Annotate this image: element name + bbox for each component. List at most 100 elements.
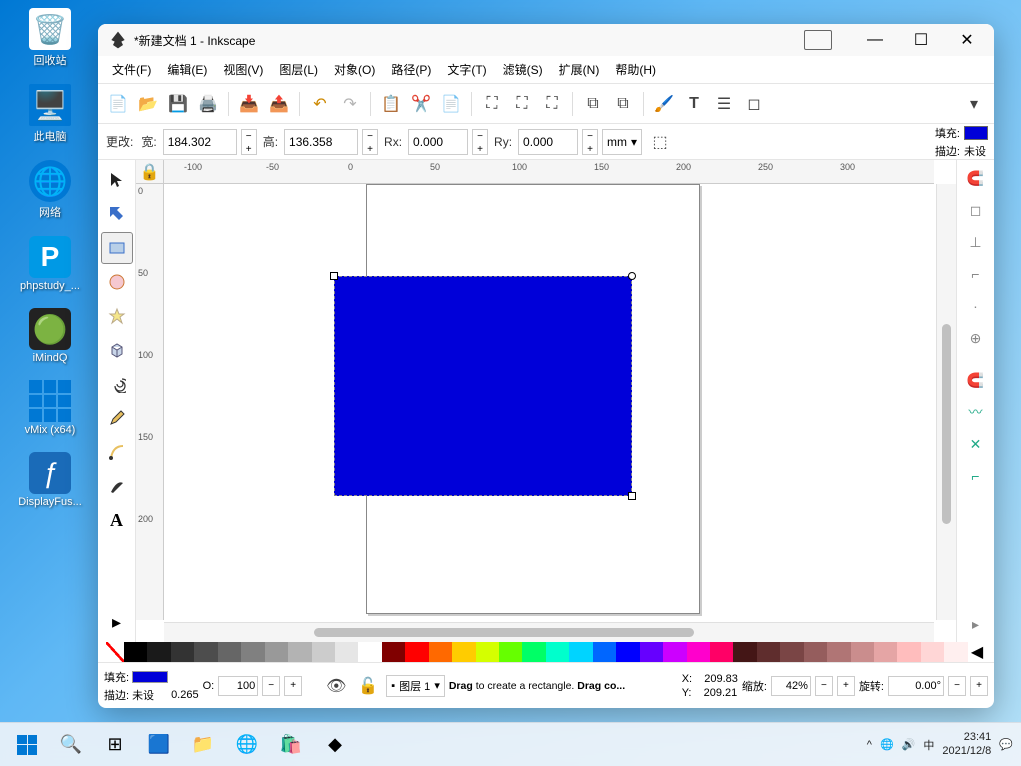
- cut-button[interactable]: ✂️: [407, 90, 435, 118]
- vertical-ruler[interactable]: 050100150200: [136, 184, 164, 620]
- snap-path[interactable]: 〰: [962, 398, 990, 426]
- menu-edit[interactable]: 编辑(E): [159, 57, 215, 82]
- text-tool[interactable]: A: [101, 504, 133, 536]
- snap-cusp[interactable]: ⌐: [962, 462, 990, 490]
- vertical-scrollbar[interactable]: [936, 184, 956, 620]
- taskbar-clock[interactable]: 23:41 2021/12/8: [942, 731, 991, 757]
- snap-node[interactable]: 🧲: [962, 366, 990, 394]
- zoom-in-button[interactable]: +: [837, 676, 855, 696]
- 3dbox-tool[interactable]: [101, 334, 133, 366]
- palette-swatch[interactable]: [687, 642, 710, 662]
- palette-swatch[interactable]: [757, 642, 780, 662]
- tray-expand-button[interactable]: ^: [867, 739, 872, 751]
- selected-rectangle[interactable]: [334, 276, 632, 496]
- palette-swatch[interactable]: [499, 642, 522, 662]
- ime-indicator[interactable]: 中: [923, 737, 934, 753]
- unit-selector[interactable]: mm▾: [602, 129, 642, 155]
- edge-taskbar-button[interactable]: 🌐: [228, 726, 266, 764]
- selector-tool[interactable]: [101, 164, 133, 196]
- ry-spinner[interactable]: −+: [582, 129, 598, 155]
- palette-swatch[interactable]: [546, 642, 569, 662]
- export-button[interactable]: 📤: [265, 90, 293, 118]
- rotate-minus[interactable]: −: [948, 676, 966, 696]
- palette-swatch[interactable]: [827, 642, 850, 662]
- menu-help[interactable]: 帮助(H): [607, 57, 664, 82]
- xml-editor-button[interactable]: ◻: [740, 90, 768, 118]
- menu-text[interactable]: 文字(T): [439, 57, 494, 82]
- opacity-input[interactable]: [218, 676, 258, 696]
- palette-swatch[interactable]: [218, 642, 241, 662]
- text-dialog-button[interactable]: T: [680, 90, 708, 118]
- more-tools-button[interactable]: ▸: [101, 606, 133, 638]
- zoom-page-button[interactable]: ⛶: [538, 90, 566, 118]
- corner-reset-button[interactable]: ⬚: [646, 128, 674, 156]
- volume-tray-icon[interactable]: 🔊: [902, 738, 916, 751]
- pencil-tool[interactable]: [101, 402, 133, 434]
- palette-swatch[interactable]: [733, 642, 756, 662]
- menu-filters[interactable]: 滤镜(S): [495, 57, 551, 82]
- snap-edge[interactable]: ⊥: [962, 228, 990, 256]
- palette-swatch[interactable]: [874, 642, 897, 662]
- snap-center[interactable]: ⊕: [962, 324, 990, 352]
- start-button[interactable]: [8, 726, 46, 764]
- menu-path[interactable]: 路径(P): [383, 57, 439, 82]
- rectangle-tool[interactable]: [101, 232, 133, 264]
- circle-tool[interactable]: [101, 266, 133, 298]
- palette-swatch[interactable]: [476, 642, 499, 662]
- save-file-button[interactable]: 💾: [164, 90, 192, 118]
- explorer-taskbar-button[interactable]: 📁: [184, 726, 222, 764]
- fill-swatch[interactable]: [964, 126, 988, 140]
- palette-swatch[interactable]: [171, 642, 194, 662]
- zoom-selection-button[interactable]: ⛶: [478, 90, 506, 118]
- print-button[interactable]: 🖨️: [194, 90, 222, 118]
- copy-button[interactable]: 📋: [377, 90, 405, 118]
- spiral-tool[interactable]: [101, 368, 133, 400]
- palette-swatch[interactable]: [312, 642, 335, 662]
- clone-button[interactable]: ⧉: [609, 90, 637, 118]
- widgets-button[interactable]: 🟦: [140, 726, 178, 764]
- height-input[interactable]: [284, 129, 358, 155]
- rotate-input[interactable]: [888, 676, 944, 696]
- palette-swatch[interactable]: [710, 642, 733, 662]
- palette-swatch[interactable]: [851, 642, 874, 662]
- titlebar[interactable]: *新建文档 1 - Inkscape — ☐ ✕: [98, 24, 994, 56]
- palette-swatch[interactable]: [944, 642, 967, 662]
- snap-bbox[interactable]: ◻: [962, 196, 990, 224]
- width-spinner[interactable]: −+: [241, 129, 257, 155]
- palette-menu-button[interactable]: ◀: [968, 642, 986, 662]
- opacity-plus[interactable]: +: [284, 676, 302, 696]
- close-button[interactable]: ✕: [944, 25, 990, 55]
- rx-input[interactable]: [408, 129, 468, 155]
- duplicate-button[interactable]: ⧉: [579, 90, 607, 118]
- zoom-out-button[interactable]: −: [815, 676, 833, 696]
- palette-swatch[interactable]: [405, 642, 428, 662]
- star-tool[interactable]: [101, 300, 133, 332]
- menu-view[interactable]: 视图(V): [215, 57, 271, 82]
- node-tool[interactable]: [101, 198, 133, 230]
- palette-swatch[interactable]: [335, 642, 358, 662]
- more-toolbar-button[interactable]: ▾: [960, 90, 988, 118]
- layer-visibility-button[interactable]: 👁: [322, 672, 350, 700]
- resize-handle-tl[interactable]: [330, 272, 338, 280]
- palette-swatch[interactable]: [640, 642, 663, 662]
- layers-button[interactable]: ☰: [710, 90, 738, 118]
- menu-layer[interactable]: 图层(L): [271, 57, 326, 82]
- palette-swatch[interactable]: [616, 642, 639, 662]
- palette-swatch[interactable]: [663, 642, 686, 662]
- status-fill-swatch[interactable]: [132, 671, 168, 683]
- layer-selector[interactable]: ▪图层 1▾: [386, 675, 445, 697]
- minimize-button[interactable]: —: [852, 25, 898, 55]
- palette-swatch[interactable]: [429, 642, 452, 662]
- redo-button[interactable]: ↷: [336, 90, 364, 118]
- notifications-button[interactable]: 💬: [999, 738, 1013, 751]
- width-input[interactable]: [163, 129, 237, 155]
- palette-swatch[interactable]: [124, 642, 147, 662]
- palette-swatch[interactable]: [569, 642, 592, 662]
- desktop-icon-pc[interactable]: 🖥️此电脑: [4, 84, 96, 144]
- bezier-tool[interactable]: [101, 436, 133, 468]
- maximize-button[interactable]: ☐: [898, 25, 944, 55]
- snap-midpoint[interactable]: ·: [962, 292, 990, 320]
- opacity-minus[interactable]: −: [262, 676, 280, 696]
- menu-extensions[interactable]: 扩展(N): [551, 57, 608, 82]
- paste-button[interactable]: 📄: [437, 90, 465, 118]
